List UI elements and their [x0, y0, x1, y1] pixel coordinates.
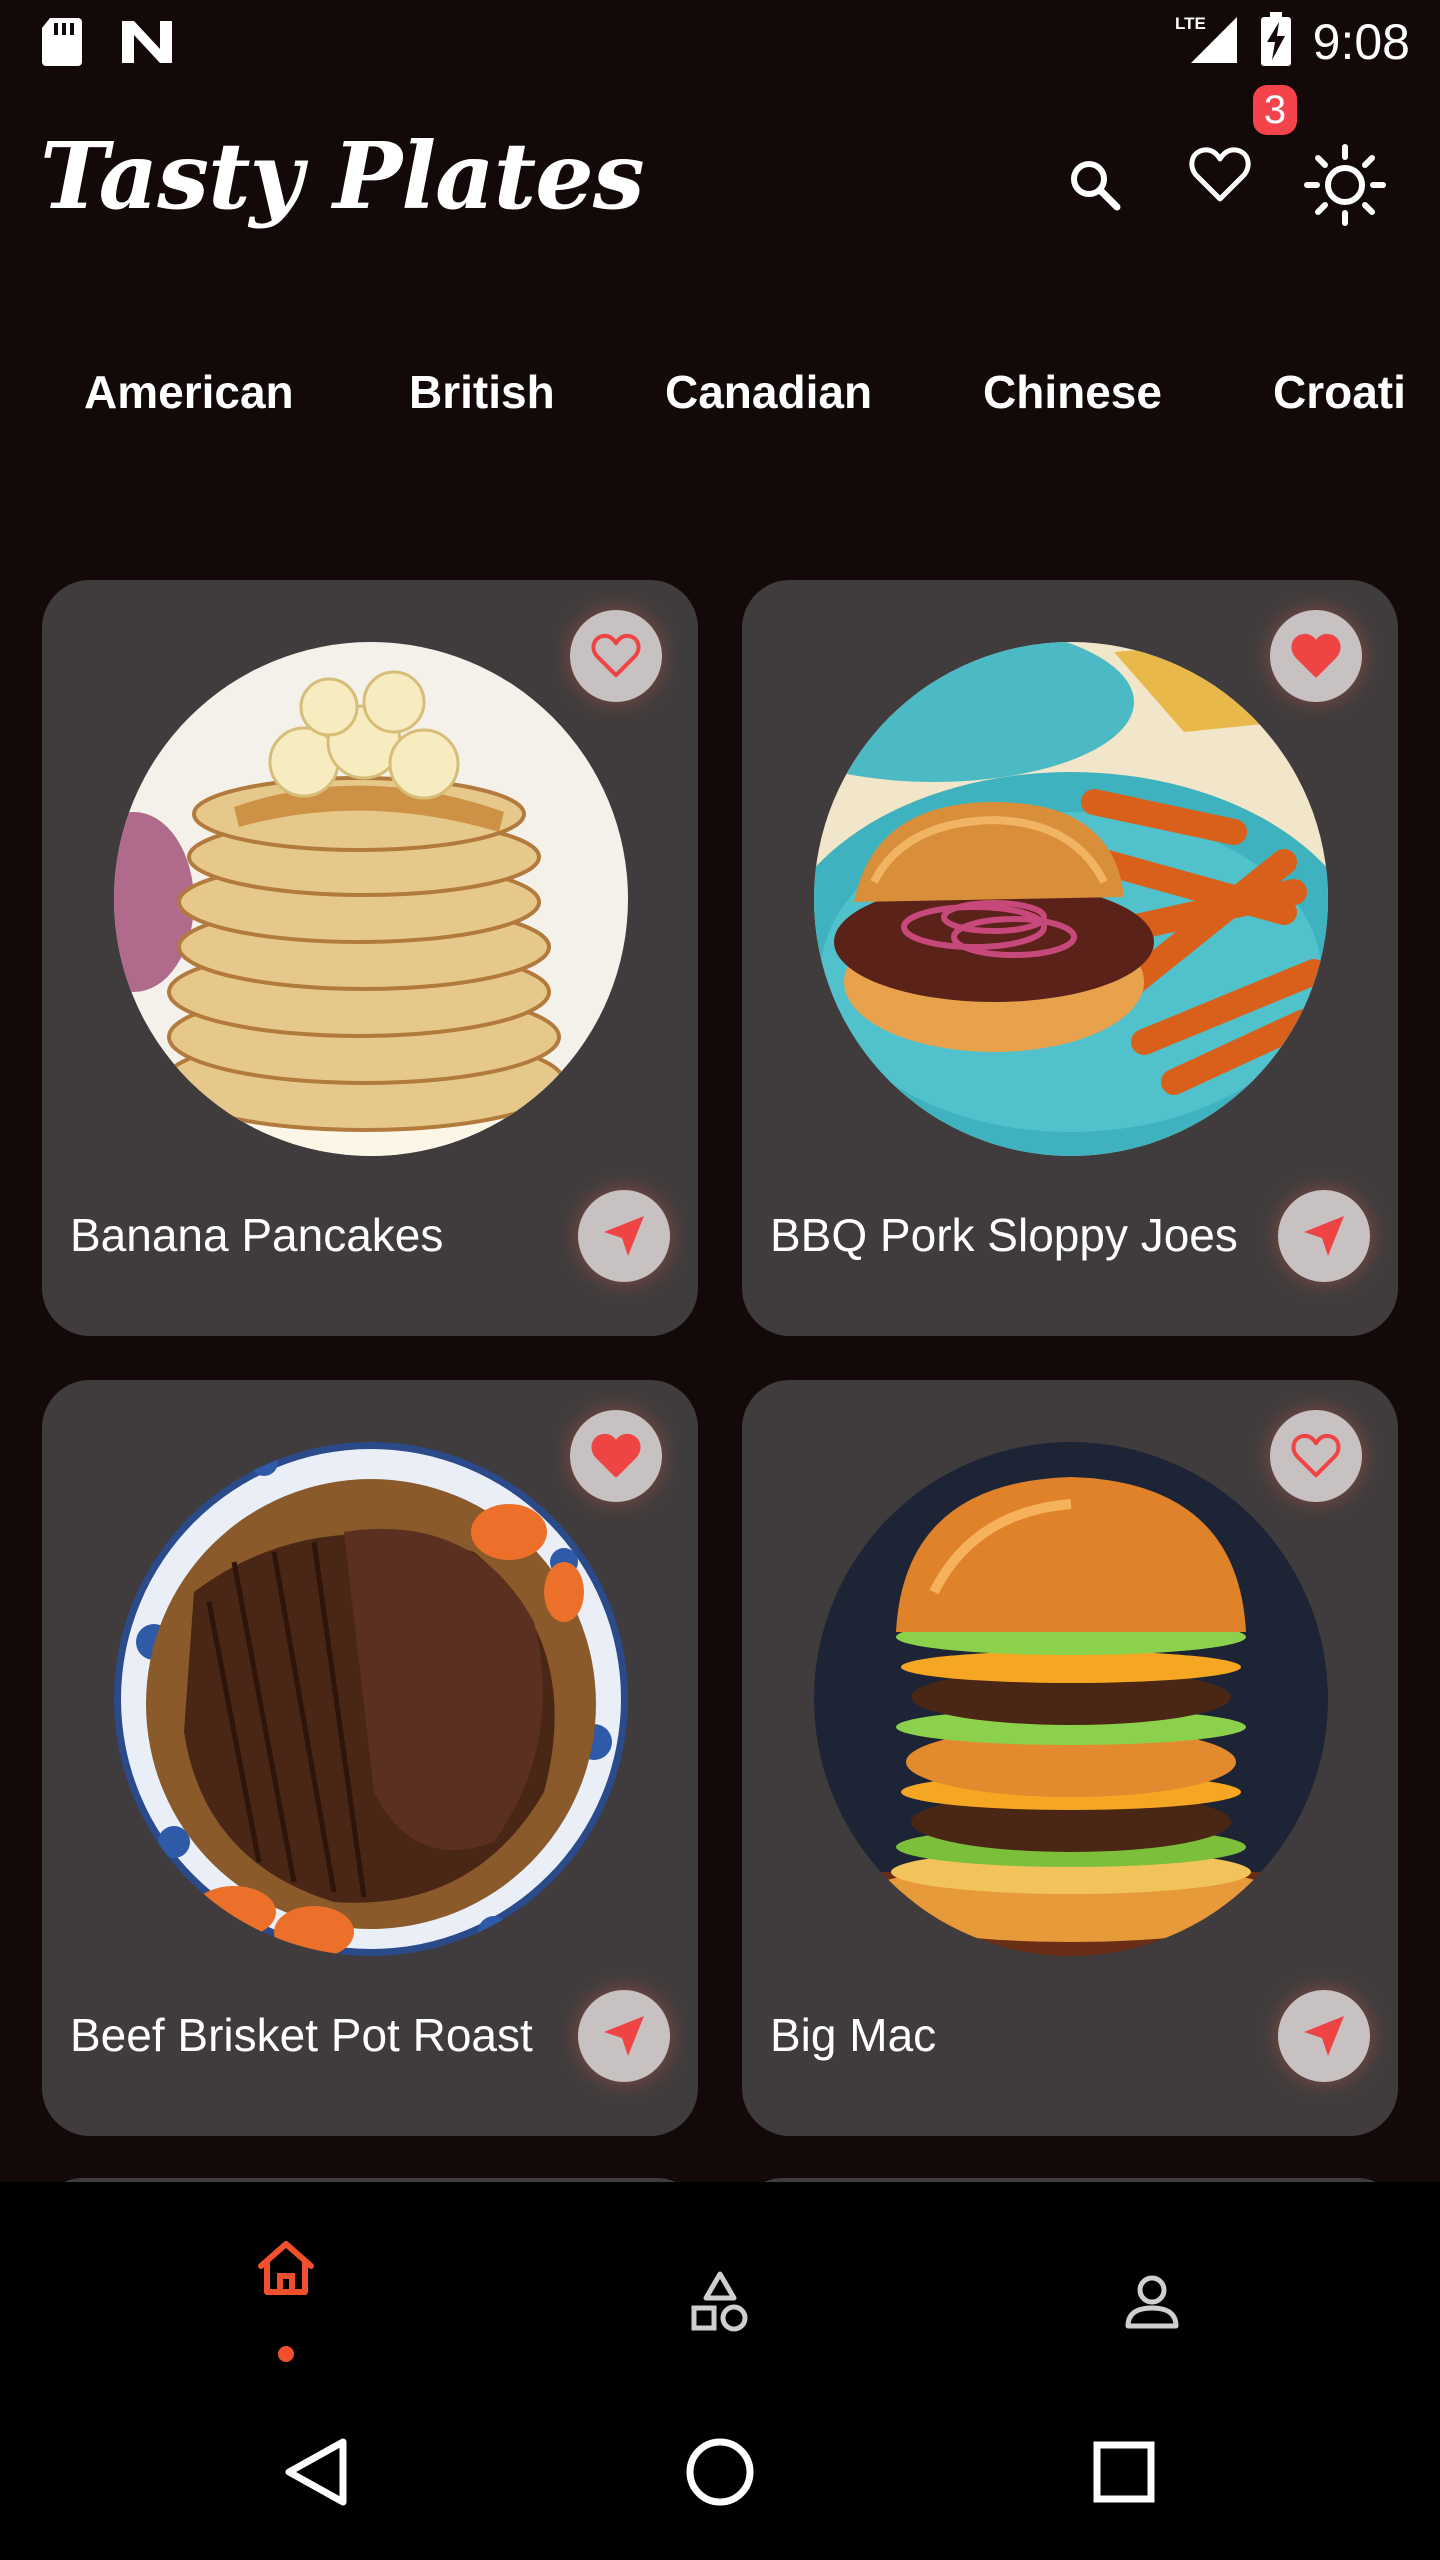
category-tab-canadian[interactable]: Canadian [665, 365, 872, 419]
recipe-title: Beef Brisket Pot Roast [70, 2009, 533, 2061]
search-button[interactable] [1040, 130, 1150, 240]
bottom-navigation [0, 2182, 1440, 2384]
recipe-card[interactable]: Big Mac [742, 1380, 1398, 2136]
app-bar-actions: 3 [1040, 85, 1400, 240]
signal-icon: LTE [1175, 13, 1239, 70]
open-recipe-button[interactable] [578, 1190, 670, 1282]
status-time: 9:08 [1312, 13, 1410, 70]
favorite-toggle[interactable] [570, 610, 662, 702]
favorites-button[interactable] [1165, 120, 1275, 230]
recipe-card[interactable]: Beef Brisket Pot Roast [42, 1380, 698, 2136]
recipe-image-brisket [114, 1442, 628, 1956]
favorite-toggle[interactable] [1270, 610, 1362, 702]
system-navigation-bar [0, 2384, 1440, 2560]
home-circle-icon [686, 2438, 754, 2506]
navigation-arrow-icon [604, 2016, 644, 2056]
n-notification-icon [120, 19, 174, 70]
system-recents-button[interactable] [1074, 2422, 1174, 2522]
shapes-icon [691, 2271, 748, 2332]
heart-outline-icon [1291, 1433, 1341, 1478]
app-title: Tasty Plates [40, 122, 645, 230]
recipe-card[interactable]: BBQ Pork Sloppy Joes [742, 580, 1398, 1336]
theme-toggle-button[interactable] [1290, 130, 1400, 240]
favorites-count-badge: 3 [1253, 85, 1297, 135]
recipe-image-sloppy-joes [814, 642, 1328, 1156]
status-bar: LTE 9:08 [0, 0, 1440, 84]
favorite-toggle[interactable] [570, 1410, 662, 1502]
battery-charging-icon [1260, 12, 1291, 71]
category-tab-british[interactable]: British [409, 365, 555, 419]
recipe-title: Big Mac [770, 2009, 937, 2061]
navigation-arrow-icon [604, 1216, 644, 1256]
back-icon [285, 2438, 347, 2506]
navigation-arrow-icon [1304, 2016, 1344, 2056]
recipe-image-burger [814, 1442, 1328, 1956]
category-tab-croatian[interactable]: Croati [1273, 365, 1406, 419]
favorite-toggle[interactable] [1270, 1410, 1362, 1502]
sd-card-icon [40, 16, 84, 73]
open-recipe-button[interactable] [1278, 1990, 1370, 2082]
active-indicator-dot [278, 2346, 294, 2362]
profile-icon [1125, 2275, 1179, 2329]
recents-icon [1093, 2441, 1155, 2503]
nav-categories[interactable] [660, 2242, 780, 2362]
system-home-button[interactable] [670, 2422, 770, 2522]
heart-icon [1189, 147, 1251, 202]
open-recipe-button[interactable] [578, 1990, 670, 2082]
category-tab-american[interactable]: American [84, 365, 294, 419]
category-tabs: American British Canadian Chinese Croati [0, 355, 1412, 435]
sun-icon [1304, 144, 1386, 226]
recipe-card[interactable]: Banana Pancakes [42, 580, 698, 1336]
nav-home[interactable] [226, 2208, 346, 2328]
recipe-title: BBQ Pork Sloppy Joes [770, 1209, 1238, 1261]
network-label: LTE [1175, 14, 1206, 33]
open-recipe-button[interactable] [1278, 1190, 1370, 1282]
recipe-image-pancakes [114, 642, 628, 1156]
home-icon [258, 2241, 314, 2295]
heart-filled-icon [591, 1433, 641, 1478]
heart-outline-icon [591, 633, 641, 678]
recipe-title: Banana Pancakes [70, 1209, 444, 1261]
app-screen: LTE 9:08 Tasty Plates 3 American British… [0, 0, 1440, 2560]
search-icon [1071, 161, 1121, 211]
nav-profile[interactable] [1092, 2242, 1212, 2362]
heart-filled-icon [1291, 633, 1341, 678]
navigation-arrow-icon [1304, 1216, 1344, 1256]
system-back-button[interactable] [266, 2422, 366, 2522]
category-tab-chinese[interactable]: Chinese [983, 365, 1162, 419]
